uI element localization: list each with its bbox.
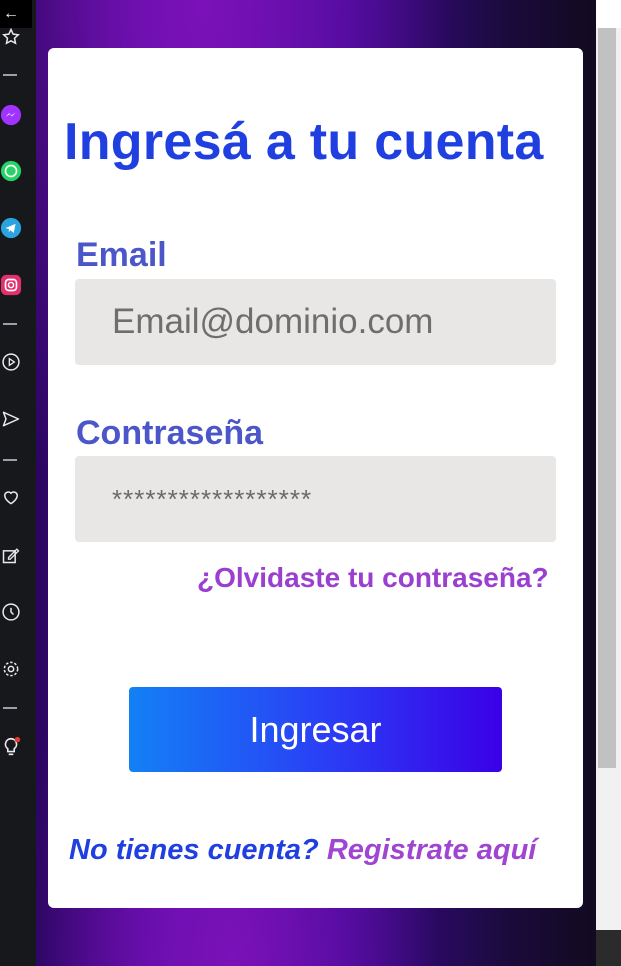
gear-icon[interactable] xyxy=(0,658,22,680)
scrollbar-top xyxy=(596,0,621,28)
signup-question: No tienes cuenta? xyxy=(69,834,319,866)
messenger-icon[interactable] xyxy=(0,104,22,126)
sidebar-separator xyxy=(3,74,17,76)
instagram-icon[interactable] xyxy=(0,274,22,296)
heart-icon[interactable] xyxy=(0,486,22,508)
scrollbar-bottom xyxy=(596,930,621,966)
signup-link[interactable]: Registrate aquí xyxy=(327,834,537,866)
password-label: Contraseña xyxy=(76,414,264,452)
star-icon[interactable] xyxy=(0,26,22,48)
browser-sidebar: ← xyxy=(0,0,36,966)
lightbulb-icon[interactable] xyxy=(0,736,22,758)
clock-icon[interactable] xyxy=(0,601,22,623)
sidebar-separator xyxy=(3,707,17,709)
page-title: Ingresá a tu cuenta xyxy=(64,113,544,171)
whatsapp-icon[interactable] xyxy=(0,160,22,182)
email-label: Email xyxy=(76,236,167,274)
login-button[interactable]: Ingresar xyxy=(129,687,502,772)
sidebar-separator xyxy=(3,459,17,461)
play-icon[interactable] xyxy=(0,351,22,373)
signup-prompt: No tienes cuenta? Registrate aquí xyxy=(69,834,536,867)
password-input[interactable] xyxy=(75,456,556,542)
telegram-icon[interactable] xyxy=(0,217,22,239)
arrow-left-icon[interactable]: ← xyxy=(0,0,32,28)
sidebar-separator xyxy=(3,323,17,325)
send-icon[interactable] xyxy=(0,408,22,430)
scrollbar-thumb[interactable] xyxy=(598,28,616,768)
email-input[interactable] xyxy=(75,279,556,365)
edit-icon[interactable] xyxy=(0,544,22,566)
forgot-password-link[interactable]: ¿Olvidaste tu contraseña? xyxy=(197,562,549,594)
